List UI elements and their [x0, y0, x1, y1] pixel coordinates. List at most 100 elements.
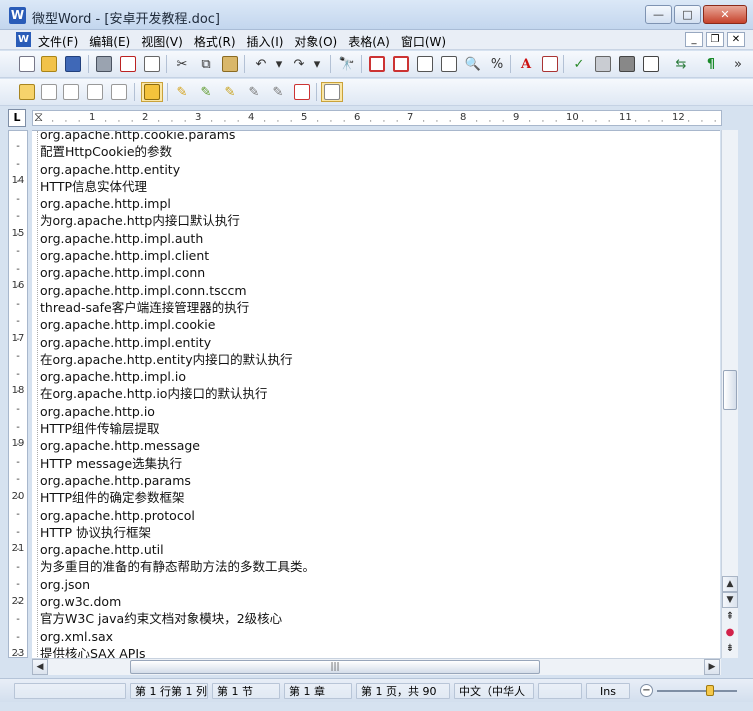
document-line[interactable]: org.apache.http.cookie.params [40, 131, 315, 143]
document-line[interactable]: HTTP信息实体代理 [40, 178, 315, 195]
document-line[interactable]: HTTP组件的确定参数框架 [40, 489, 315, 506]
vertical-scroll-thumb[interactable] [723, 370, 737, 410]
document-line[interactable]: 配置HttpCookie的参数 [40, 143, 315, 160]
close-button[interactable]: ✕ [703, 5, 747, 24]
maximize-button[interactable]: □ [674, 5, 701, 24]
sync-icon[interactable]: ⇆ [670, 54, 692, 74]
horizontal-ruler[interactable]: 1 2 3 4 5 6 7 8 9 10 11 12 · · · · · · · · · · · · · · · · · · · · · · · · ·… [32, 110, 722, 126]
document-line[interactable]: org.apache.http.message [40, 437, 315, 454]
save-disk-icon[interactable] [62, 54, 84, 74]
insert-table-icon[interactable] [366, 54, 388, 74]
copy-icon[interactable]: ⧉ [195, 54, 217, 74]
indent-marker[interactable]: ⧖ [34, 111, 43, 125]
previous-comment-icon[interactable] [84, 82, 106, 102]
document-line[interactable]: 为org.apache.http内接口默认执行 [40, 212, 315, 229]
delete-comment-icon[interactable] [60, 82, 82, 102]
next-change-icon[interactable] [291, 82, 313, 102]
document-line[interactable]: org.apache.http.impl.entity [40, 334, 315, 351]
draw-shape-icon[interactable] [616, 54, 638, 74]
document-line[interactable]: thread-safe客户端连接管理器的执行 [40, 299, 315, 316]
document-line[interactable]: 在org.apache.http.io内接口的默认执行 [40, 385, 315, 402]
previous-page-button[interactable]: ⇞ [722, 610, 738, 624]
show-formatting-icon[interactable]: ¶ [700, 54, 722, 74]
zoom-magnifier-icon[interactable]: 🔍 [462, 54, 484, 74]
accept-change-icon[interactable]: ✎ [171, 82, 193, 102]
horizontal-scrollbar[interactable]: ◀ ||| ▶ [32, 658, 721, 675]
view-mode-buttons[interactable] [8, 658, 30, 675]
scroll-left-button[interactable]: ◀ [32, 659, 48, 675]
new-document-icon[interactable] [16, 54, 38, 74]
menu-item[interactable]: 编辑(E) [89, 33, 130, 50]
document-line[interactable]: org.apache.http.util [40, 541, 315, 558]
print-icon[interactable] [93, 54, 115, 74]
menu-item[interactable]: 视图(V) [141, 33, 183, 50]
toolbar-overflow-icon[interactable]: » [727, 54, 749, 74]
menu-item[interactable]: 文件(F) [38, 33, 78, 50]
horizontal-scroll-thumb[interactable]: ||| [130, 660, 540, 674]
percent-icon[interactable]: % [486, 54, 508, 74]
find-binoculars-icon[interactable]: 🔭 [336, 54, 358, 74]
document-line[interactable]: org.apache.http.protocol [40, 507, 315, 524]
document-line[interactable]: org.w3c.dom [40, 593, 315, 610]
pdf-export-icon[interactable] [117, 54, 139, 74]
document-line[interactable]: org.apache.http.impl.conn [40, 264, 315, 281]
text-box-icon[interactable] [640, 54, 662, 74]
paste-icon[interactable] [219, 54, 241, 74]
document-line[interactable]: org.apache.http.impl.auth [40, 230, 315, 247]
font-color-icon[interactable]: A [515, 54, 537, 74]
document-line[interactable]: org.apache.http.entity [40, 161, 315, 178]
status-insert-mode[interactable]: Ins [586, 683, 630, 699]
document-properties-icon[interactable] [539, 54, 561, 74]
document-line[interactable]: org.json [40, 576, 315, 593]
next-comment-icon[interactable] [108, 82, 130, 102]
scroll-down-button[interactable]: ▼ [722, 592, 738, 608]
document-icon[interactable]: W [16, 32, 31, 47]
zoom-slider-thumb[interactable] [705, 685, 714, 696]
document-line[interactable]: org.apache.http.impl.cookie [40, 316, 315, 333]
word-app-icon[interactable]: W [9, 7, 26, 24]
print-preview-icon[interactable] [141, 54, 163, 74]
insert-frame-icon[interactable] [390, 54, 412, 74]
vertical-ruler[interactable]: 14 15 16 17 18 19 20 21 22 23- - - - - - - - - - - - - - - - - - - -… [8, 130, 28, 658]
doc-restore-button[interactable]: ❐ [706, 32, 724, 47]
reject-all-icon[interactable]: ✎ [243, 82, 265, 102]
menu-item[interactable]: 插入(I) [247, 33, 284, 50]
edit-comment-icon[interactable] [38, 82, 60, 102]
document-line[interactable]: 为多重目的准备的有静态帮助方法的多数工具类。 [40, 558, 315, 575]
document-line[interactable]: HTTP message选集执行 [40, 455, 315, 472]
vertical-scrollbar[interactable]: ▲ ▼ ⇞ ● ⇟ [721, 130, 738, 658]
open-folder-icon[interactable] [38, 54, 60, 74]
cut-icon[interactable]: ✂ [171, 54, 193, 74]
document-line[interactable]: 提供核心SAX APIs [40, 645, 315, 658]
scroll-up-button[interactable]: ▲ [722, 576, 738, 592]
doc-close-button[interactable]: ✕ [727, 32, 745, 47]
document-line[interactable]: org.apache.http.impl [40, 195, 315, 212]
redo-dropdown-icon[interactable]: ▾ [306, 54, 328, 74]
zoom-slider-track[interactable] [657, 690, 737, 692]
doc-minimize-button[interactable]: _ [685, 32, 703, 47]
menu-item[interactable]: 窗口(W) [401, 33, 446, 50]
spell-check-icon[interactable]: ✓ [568, 54, 590, 74]
document-line[interactable]: org.apache.http.impl.io [40, 368, 315, 385]
menu-item[interactable]: 格式(R) [194, 33, 236, 50]
tab-selector[interactable]: L [8, 109, 26, 127]
select-browse-object-button[interactable]: ● [722, 626, 738, 640]
status-language[interactable]: 中文（中华人 [454, 683, 534, 699]
document-area[interactable]: org.apache.http.cookie.params 配置HttpCooki… [32, 130, 720, 658]
document-line[interactable]: org.apache.http.impl.conn.tsccm [40, 282, 315, 299]
scroll-right-button[interactable]: ▶ [704, 659, 720, 675]
chart-icon[interactable] [592, 54, 614, 74]
document-line[interactable]: 官方W3C java约束文档对象模块，2级核心 [40, 610, 315, 627]
menu-item[interactable]: 表格(A) [348, 33, 390, 50]
document-line[interactable]: org.apache.http.impl.client [40, 247, 315, 264]
menu-item[interactable]: 对象(O) [294, 33, 337, 50]
document-line[interactable]: 在org.apache.http.entity内接口的默认执行 [40, 351, 315, 368]
page-layout-icon[interactable] [414, 54, 436, 74]
document-line[interactable]: org.apache.http.io [40, 403, 315, 420]
columns-icon[interactable] [438, 54, 460, 74]
document-line[interactable]: org.xml.sax [40, 628, 315, 645]
track-changes-icon[interactable] [141, 82, 163, 102]
document-line[interactable]: org.apache.http.params [40, 472, 315, 489]
zoom-out-button[interactable]: − [640, 684, 653, 697]
document-line[interactable]: HTTP 协议执行框架 [40, 524, 315, 541]
